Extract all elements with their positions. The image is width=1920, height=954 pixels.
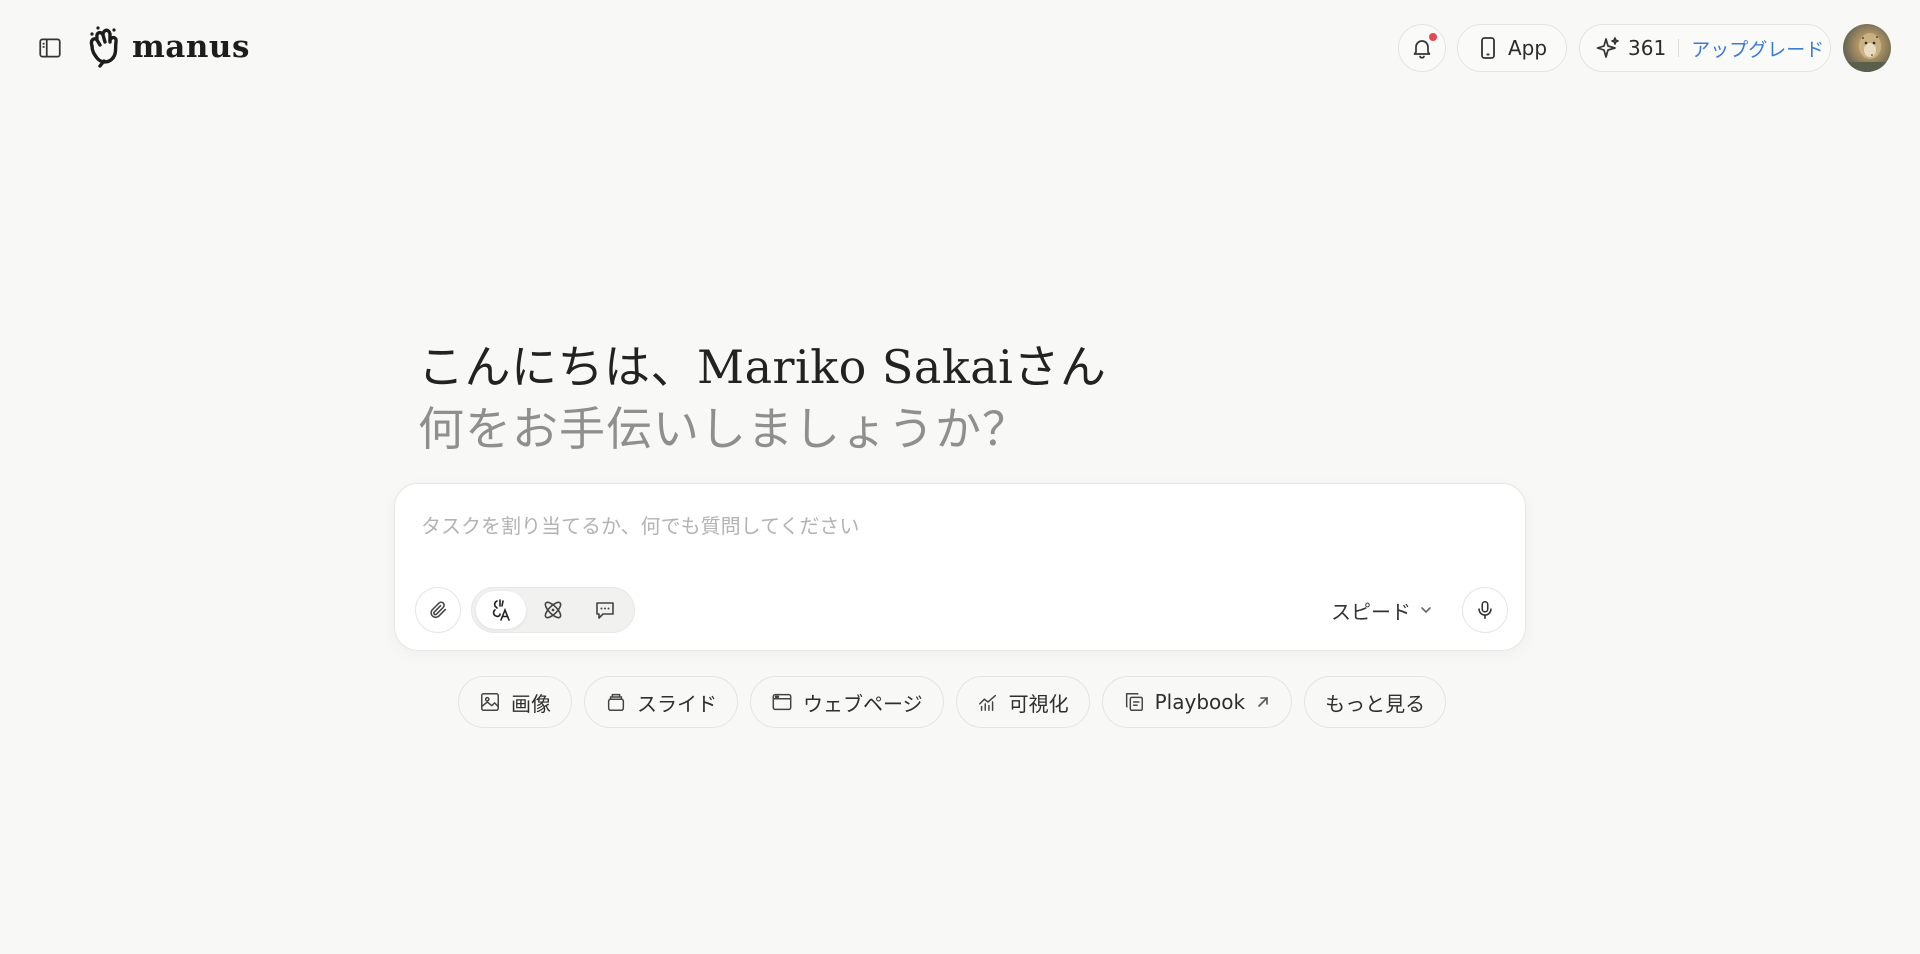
chip-label: 画像 [511,691,551,716]
task-input[interactable] [419,506,1499,546]
chip-slides[interactable]: スライド [584,676,738,728]
greeting-title: こんにちは、Mariko Sakaiさん [418,340,1107,394]
chip-label: 可視化 [1008,691,1069,716]
sidebar-toggle-button[interactable] [34,32,66,64]
slides-icon [607,693,625,711]
chat-mode-button[interactable] [580,591,630,629]
mode-selector [471,587,635,633]
sparkle-icon [1596,37,1619,58]
credits-divider [1678,39,1680,57]
attach-button[interactable] [415,587,461,633]
user-avatar[interactable] [1843,24,1891,72]
app-button-label: App [1508,36,1548,60]
upgrade-link[interactable]: アップグレード [1691,35,1824,62]
brand-name: manus [132,29,250,65]
app-download-button[interactable]: App [1457,24,1567,72]
credits-pill[interactable]: 361 アップグレード [1579,24,1831,72]
chip-label: ウェブページ [803,691,923,716]
chip-image[interactable]: 画像 [458,676,572,728]
chevron-down-icon [1421,607,1431,614]
chip-label: Playbook [1154,690,1246,714]
task-composer: スピード [394,483,1526,651]
speed-dropdown[interactable]: スピード [1331,590,1433,630]
chart-icon [978,694,996,711]
agent-mode-icon [492,599,510,621]
notification-dot [1429,33,1437,41]
image-icon [481,693,499,711]
manus-hand-icon [89,26,118,68]
paperclip-icon [430,601,447,619]
webpage-icon [772,693,792,711]
speed-label: スピード [1331,599,1411,624]
credits-count: 361 [1628,36,1667,60]
chip-label: スライド [637,691,717,716]
chip-see-more[interactable]: もっと見る [1304,676,1447,728]
agent-mode-button[interactable] [476,591,526,629]
chip-webpage[interactable]: ウェブページ [750,676,944,728]
chip-label: もっと見る [1325,691,1426,716]
sidebar-panel-icon [39,38,61,58]
chip-playbook[interactable]: Playbook [1101,676,1293,728]
top-bar: manus App 361 アップグレード [0,0,1920,96]
brand-logo[interactable]: manus [84,22,250,72]
greeting-subtitle: 何をお手伝いしましょうか？ [418,402,1029,456]
chip-visualize[interactable]: 可視化 [955,676,1090,728]
avatar-photo [1843,33,1891,72]
voice-input-button[interactable] [1462,587,1508,633]
microphone-icon [1478,600,1492,620]
chat-bubble-icon [596,602,614,619]
playbook-icon [1125,693,1143,711]
notifications-button[interactable] [1398,24,1446,72]
smartphone-icon [1481,37,1495,59]
external-link-icon [1258,697,1268,707]
research-mode-button[interactable] [528,591,578,629]
suggestion-chips: 画像 スライド ウェブページ 可視化 Playbook もっと見る [458,676,1447,728]
atom-icon [544,601,562,619]
greeting: こんにちは、Mariko Sakaiさん 何をお手伝いしましょうか？ [418,336,1106,460]
